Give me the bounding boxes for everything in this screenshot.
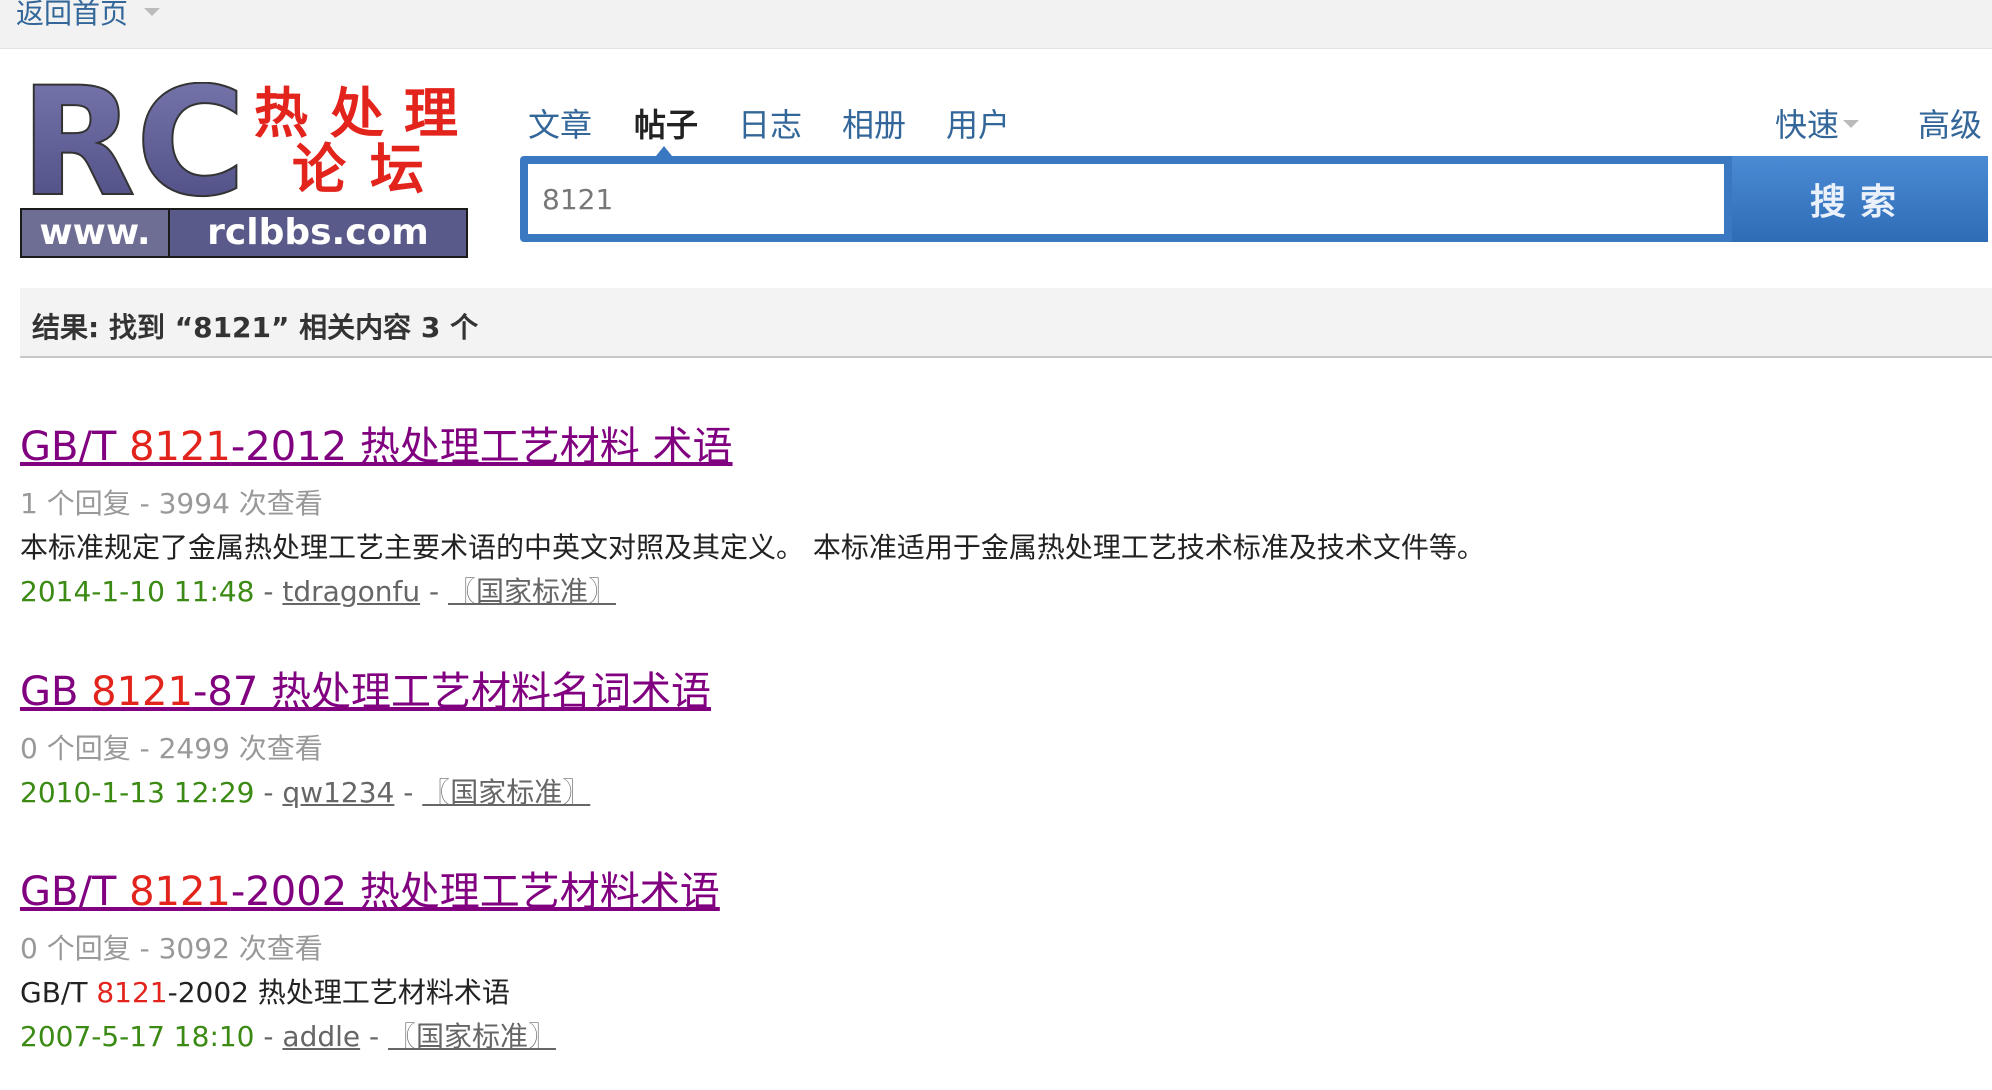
result-description: GB/T 8121-2002 热处理工艺材料术语 bbox=[20, 976, 510, 1009]
logo-url-www: www. bbox=[22, 210, 170, 256]
result-author-link[interactable]: addle bbox=[282, 1020, 360, 1053]
logo-char: 处 bbox=[330, 81, 384, 145]
results-summary: 结果: 找到 “8121” 相关内容 3 个 bbox=[32, 311, 479, 344]
result-title-link[interactable]: GB/T 8121-2012 热处理工艺材料 术语 bbox=[20, 414, 1485, 472]
result-title-link[interactable]: GB/T 8121-2002 热处理工艺材料术语 bbox=[20, 859, 720, 917]
separator: - bbox=[254, 1020, 283, 1053]
tab-albums[interactable]: 相册 bbox=[842, 100, 906, 146]
separator: - bbox=[360, 1020, 389, 1053]
quick-search-dropdown[interactable]: 快速 bbox=[1775, 100, 1839, 146]
results-summary-bar: 结果: 找到 “8121” 相关内容 3 个 bbox=[20, 288, 1992, 358]
result-author-link[interactable]: tdragonfu bbox=[282, 575, 420, 608]
tab-posts[interactable]: 帖子 bbox=[634, 100, 698, 146]
result-forum-link[interactable]: 〖国家标准〗 bbox=[448, 575, 616, 608]
logo-rc-text: RC bbox=[20, 82, 246, 200]
tab-users[interactable]: 用户 bbox=[946, 100, 1010, 146]
keyword-highlight: 8121 bbox=[129, 424, 231, 470]
logo-char: 热 bbox=[254, 81, 308, 145]
search-result-item: GB 8121-87 热处理工艺材料名词术语 0 个回复 - 2499 次查看 … bbox=[20, 659, 711, 811]
rc-logo-graphic: RC bbox=[20, 82, 247, 200]
result-forum-link[interactable]: 〖国家标准〗 bbox=[422, 776, 590, 809]
dropdown-arrow-icon[interactable] bbox=[144, 8, 160, 16]
result-footer: 2014-1-10 11:48 - tdragonfu - 〖国家标准〗 bbox=[20, 570, 1485, 610]
search-button[interactable]: 搜索 bbox=[1732, 156, 1988, 242]
result-footer: 2010-1-13 12:29 - qw1234 - 〖国家标准〗 bbox=[20, 771, 711, 811]
result-forum-link[interactable]: 〖国家标准〗 bbox=[388, 1020, 556, 1053]
advanced-search-link[interactable]: 高级 bbox=[1918, 100, 1982, 146]
home-link[interactable]: 返回首页 bbox=[16, 0, 128, 32]
result-title-link[interactable]: GB 8121-87 热处理工艺材料名词术语 bbox=[20, 659, 711, 717]
logo-url-banner: www. rclbbs.com bbox=[20, 208, 468, 258]
separator: - bbox=[394, 776, 423, 809]
dropdown-arrow-icon[interactable] bbox=[1843, 120, 1859, 128]
tab-blogs[interactable]: 日志 bbox=[738, 100, 802, 146]
result-footer: 2007-5-17 18:10 - addle - 〖国家标准〗 bbox=[20, 1015, 720, 1055]
result-date: 2014-1-10 11:48 bbox=[20, 575, 255, 608]
keyword-highlight: 8121 bbox=[91, 669, 193, 715]
result-stats: 1 个回复 - 3994 次查看 bbox=[20, 487, 323, 520]
keyword-highlight: 8121 bbox=[129, 869, 231, 915]
logo-char: 论 bbox=[292, 137, 346, 201]
top-bar: 返回首页 bbox=[0, 0, 1992, 49]
separator: - bbox=[254, 776, 283, 809]
logo-url-domain: rclbbs.com bbox=[207, 212, 429, 253]
logo-chinese-text: 热 处 理 论 坛 bbox=[254, 86, 470, 196]
separator: - bbox=[420, 575, 448, 608]
result-stats: 0 个回复 - 3092 次查看 bbox=[20, 932, 323, 965]
active-tab-caret-icon bbox=[656, 146, 672, 156]
site-logo[interactable]: RC 热 处 理 论 坛 www. rclbbs.com bbox=[20, 82, 470, 260]
separator: - bbox=[254, 575, 283, 608]
result-author-link[interactable]: qw1234 bbox=[282, 776, 394, 809]
search-input[interactable] bbox=[528, 164, 1724, 234]
result-date: 2010-1-13 12:29 bbox=[20, 776, 255, 809]
search-result-item: GB/T 8121-2002 热处理工艺材料术语 0 个回复 - 3092 次查… bbox=[20, 859, 720, 1055]
tab-articles[interactable]: 文章 bbox=[528, 100, 592, 146]
result-date: 2007-5-17 18:10 bbox=[20, 1020, 255, 1053]
search-bar: 搜索 bbox=[520, 156, 1988, 242]
result-description: 本标准规定了金属热处理工艺主要术语的中英文对照及其定义。 本标准适用于金属热处理… bbox=[20, 531, 1485, 564]
result-stats: 0 个回复 - 2499 次查看 bbox=[20, 732, 323, 765]
logo-char: 理 bbox=[404, 81, 458, 145]
logo-char: 坛 bbox=[370, 137, 424, 201]
search-result-item: GB/T 8121-2012 热处理工艺材料 术语 1 个回复 - 3994 次… bbox=[20, 414, 1485, 610]
keyword-highlight: 8121 bbox=[96, 976, 168, 1009]
